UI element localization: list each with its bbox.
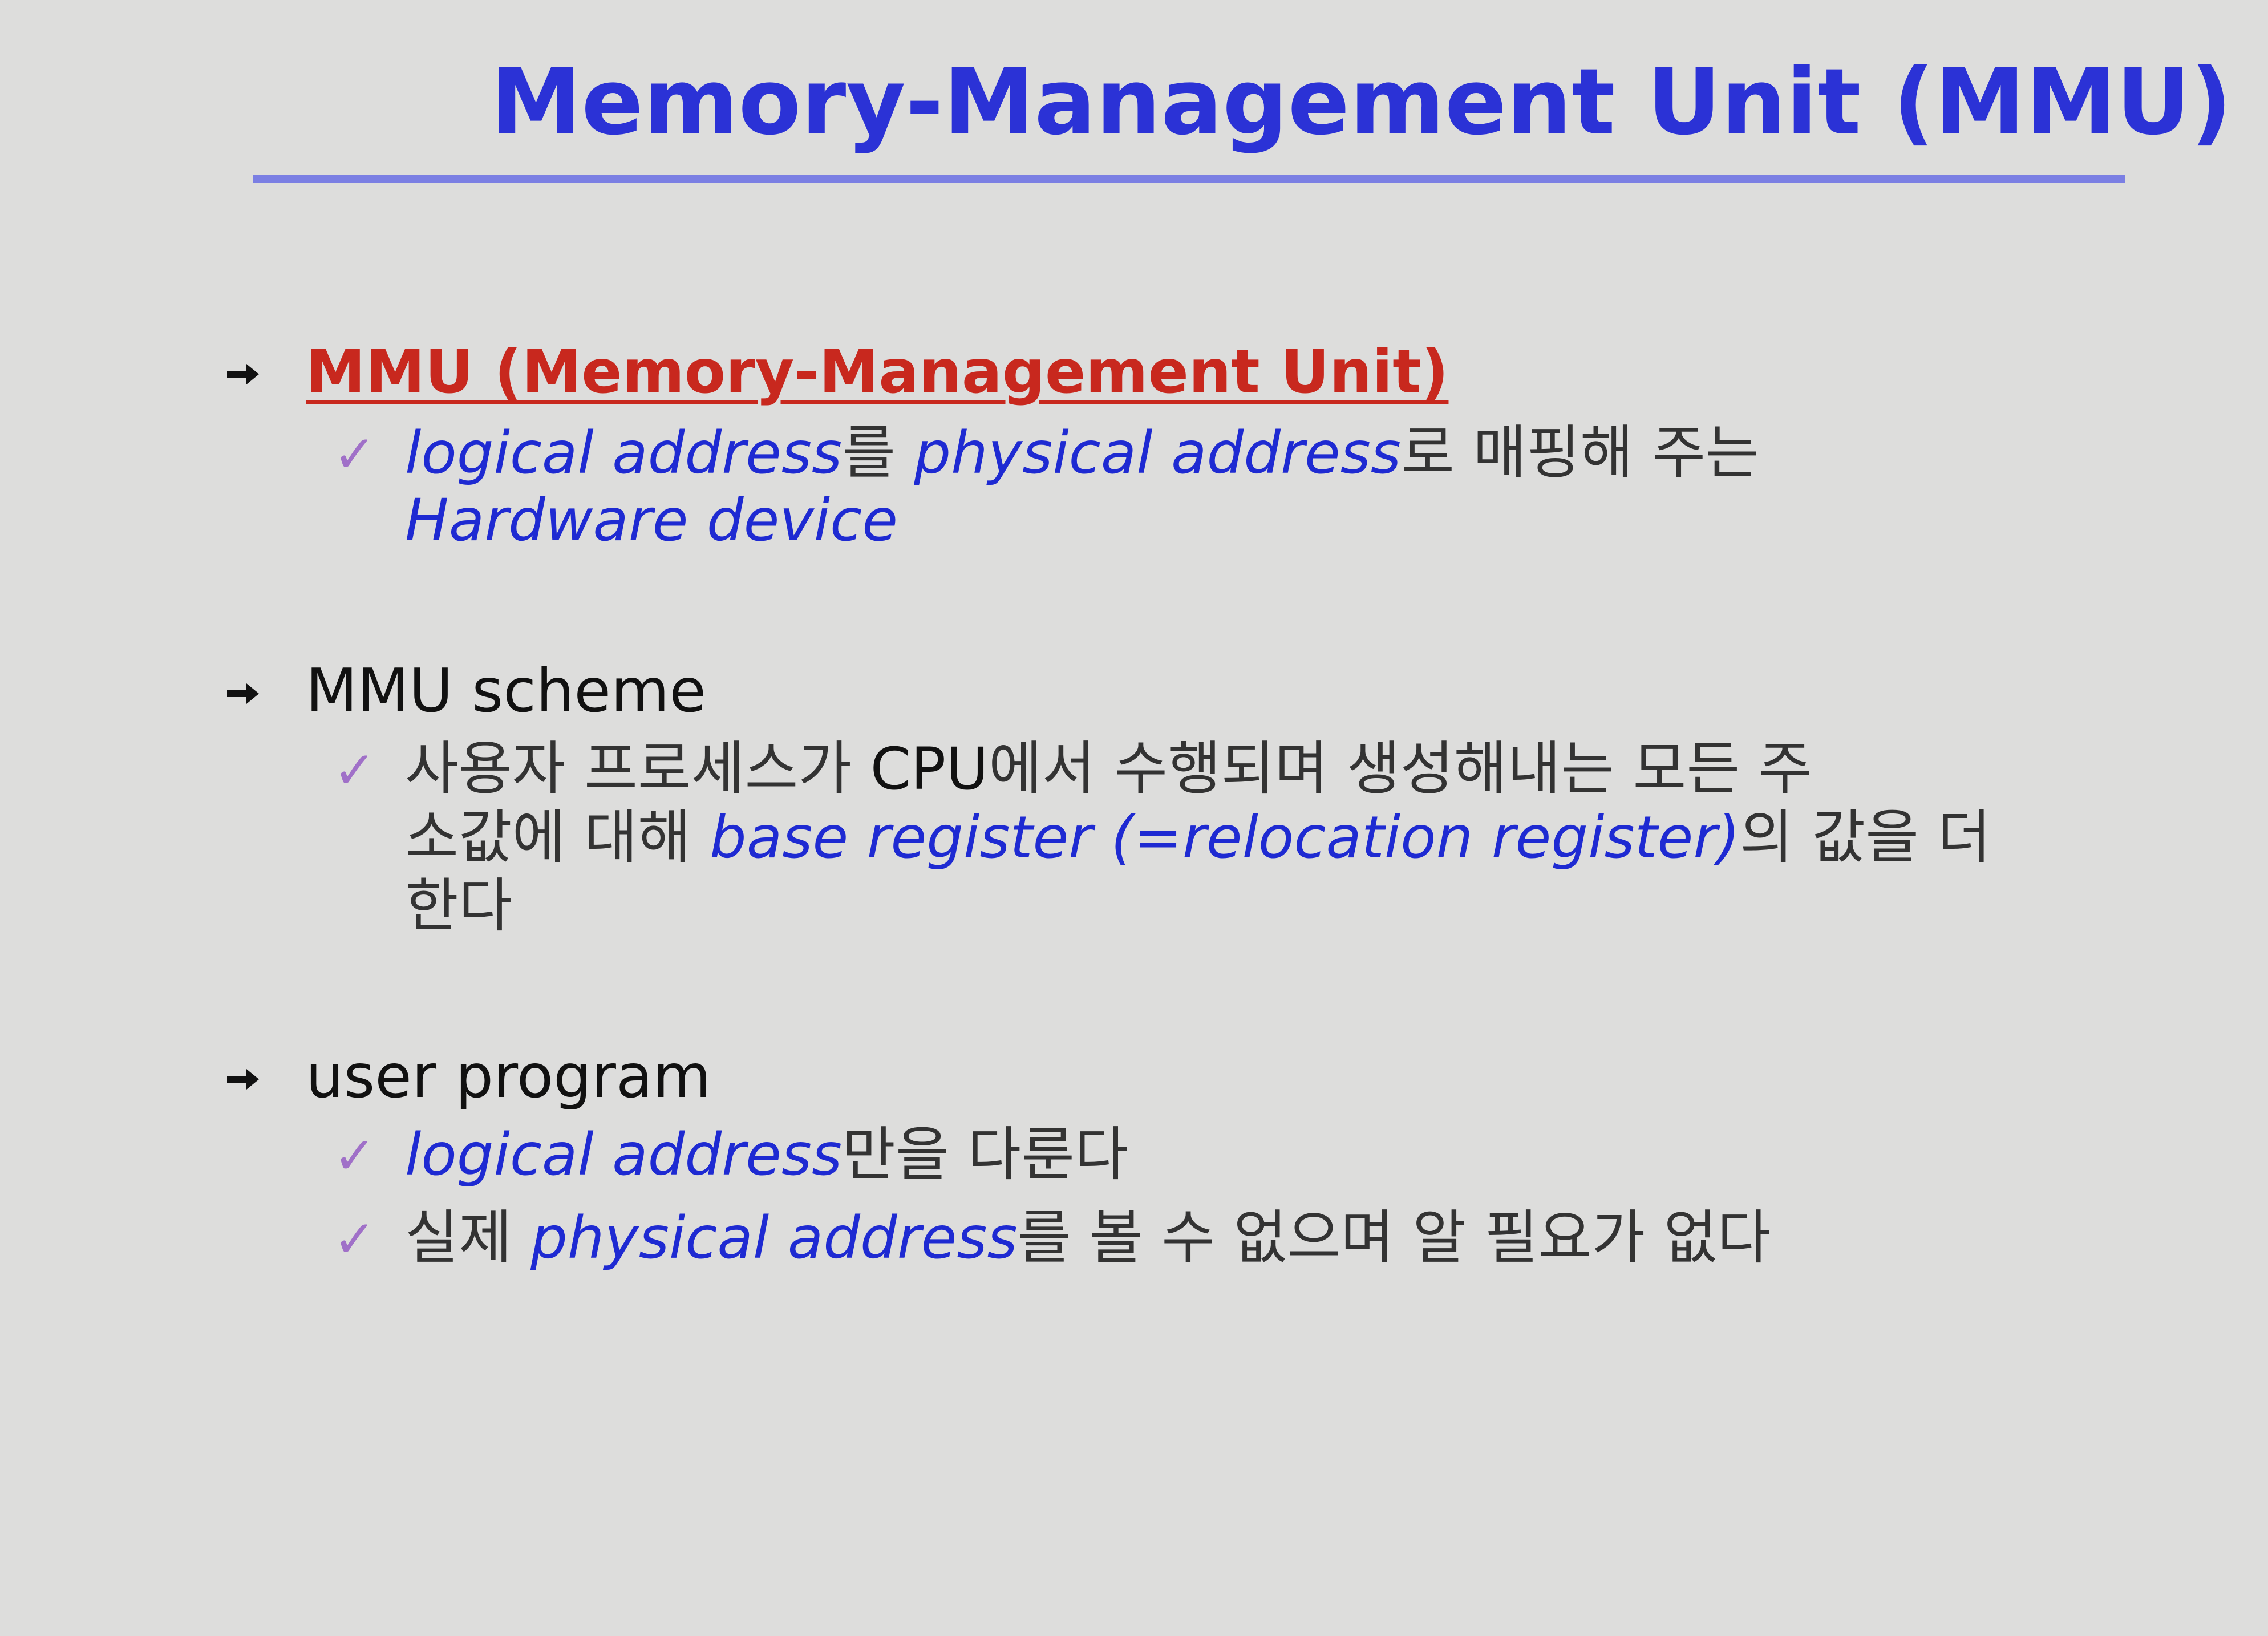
mmu-item-line-2: Hardware device <box>405 487 898 554</box>
title-underline-rule <box>253 175 2125 183</box>
arrow-bullet-icon <box>221 673 262 714</box>
section-heading-mmu-scheme: MMU scheme <box>306 656 706 726</box>
checkmark-icon: ✓ <box>333 1126 376 1186</box>
slide: Memory-Management Unit (MMU) MMU (Memory… <box>0 0 2268 1636</box>
mmu-item-line-1: logical address를 physical address로 매핑해 주… <box>405 419 1759 487</box>
scheme-item-line-3: 한다 <box>405 872 512 940</box>
checkmark-icon: ✓ <box>333 424 376 484</box>
scheme-item-line-2: 소값에 대해 base register (=relocation regist… <box>405 804 1991 872</box>
user-program-item-2: 실제 physical address를 볼 수 없으며 알 필요가 없다 <box>405 1204 1771 1272</box>
slide-title: Memory-Management Unit (MMU) <box>491 48 2232 155</box>
user-program-item-1: logical address만을 다룬다 <box>405 1121 1128 1189</box>
scheme-item-line-1: 사용자 프로세스가 CPU에서 수행되며 생성해내는 모든 주 <box>405 735 1812 803</box>
section-heading-user-program: user program <box>306 1042 711 1111</box>
checkmark-icon: ✓ <box>333 1209 376 1269</box>
arrow-bullet-icon <box>221 354 262 395</box>
checkmark-icon: ✓ <box>333 740 376 800</box>
section-heading-mmu: MMU (Memory-Management Unit) <box>306 337 1449 407</box>
arrow-bullet-icon <box>221 1059 262 1100</box>
